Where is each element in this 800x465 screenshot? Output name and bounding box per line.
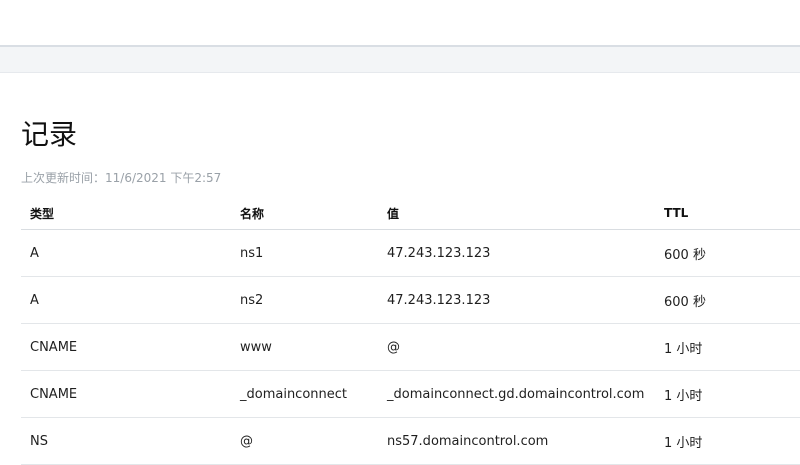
record-value: 47.243.123.123 — [378, 229, 655, 277]
record-type: CNAME — [21, 323, 231, 371]
record-name: ns1 — [231, 229, 378, 277]
record-value: ns57.domaincontrol.com — [378, 417, 655, 465]
record-name: @ — [231, 417, 378, 465]
table-row[interactable]: CNAME _domainconnect _domainconnect.gd.d… — [21, 370, 800, 418]
table-row[interactable]: A ns1 47.243.123.123 600 秒 — [21, 229, 800, 277]
column-header-value[interactable]: 值 — [378, 197, 655, 230]
record-name: ns2 — [231, 276, 378, 324]
record-ttl: 600 秒 — [655, 229, 800, 277]
record-type: NS — [21, 417, 231, 465]
table-row[interactable]: NS @ ns57.domaincontrol.com 1 小时 — [21, 417, 800, 465]
top-navigation-bar — [0, 0, 800, 47]
column-header-name[interactable]: 名称 — [231, 197, 378, 230]
record-type: A — [21, 276, 231, 324]
record-ttl: 1 小时 — [655, 417, 800, 465]
table-row[interactable]: CNAME www @ 1 小时 — [21, 323, 800, 371]
record-name: www — [231, 323, 378, 371]
record-ttl: 1 小时 — [655, 323, 800, 371]
column-header-ttl[interactable]: TTL — [655, 197, 800, 230]
record-name: _domainconnect — [231, 370, 378, 418]
column-header-type[interactable]: 类型 — [21, 197, 231, 230]
page-title: 记录 — [21, 118, 78, 151]
record-ttl: 600 秒 — [655, 276, 800, 324]
record-value: @ — [378, 323, 655, 371]
table-row[interactable]: A ns2 47.243.123.123 600 秒 — [21, 276, 800, 324]
secondary-toolbar — [0, 47, 800, 73]
last-updated-text: 上次更新时间：11/6/2021 下午2:57 — [21, 171, 222, 185]
record-value: 47.243.123.123 — [378, 276, 655, 324]
record-value: _domainconnect.gd.domaincontrol.com — [378, 370, 655, 418]
dns-records-table: 类型 名称 值 TTL A ns1 47.243.123.123 600 秒 A… — [21, 197, 800, 465]
record-ttl: 1 小时 — [655, 370, 800, 418]
record-type: CNAME — [21, 370, 231, 418]
table-header-row: 类型 名称 值 TTL — [21, 197, 800, 230]
record-type: A — [21, 229, 231, 277]
